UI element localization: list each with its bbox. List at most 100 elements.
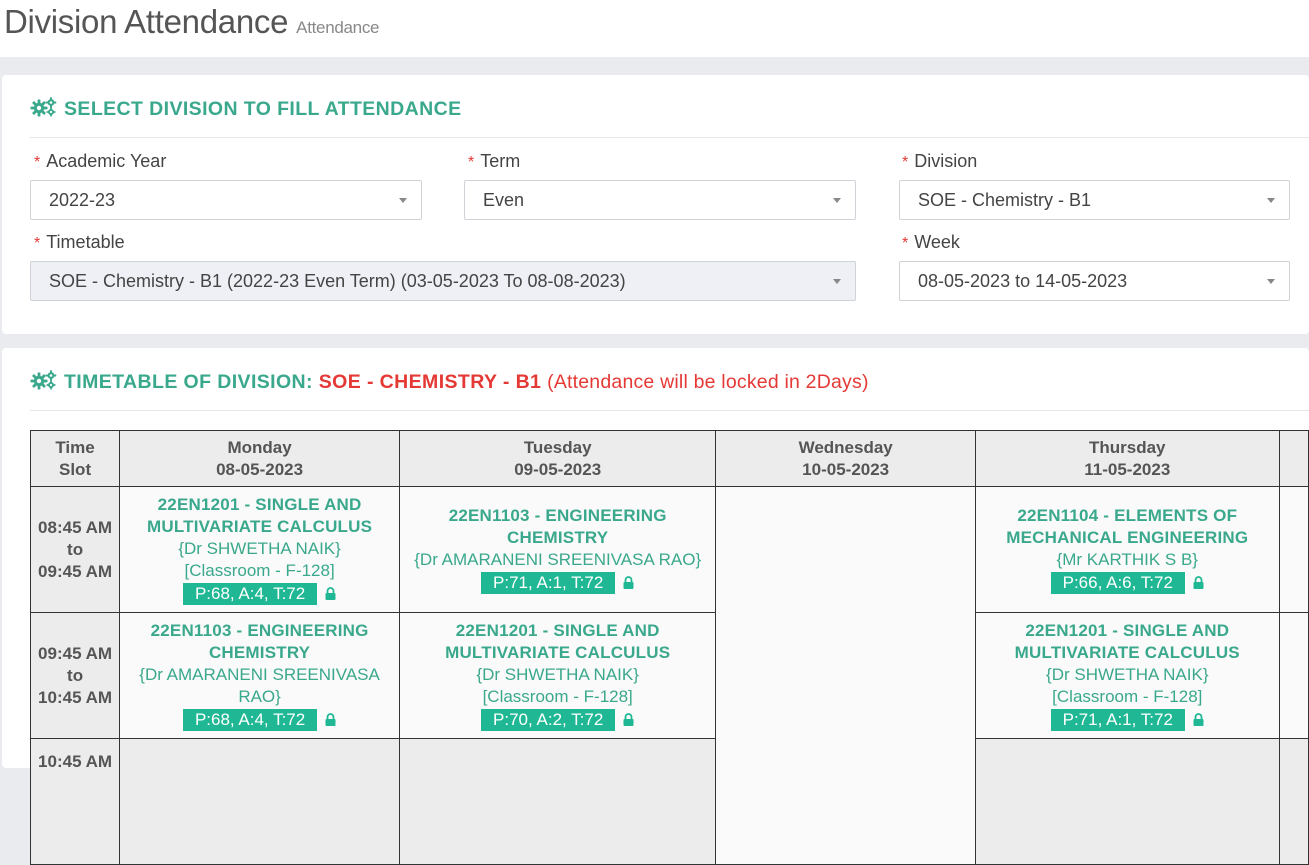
table-row: 08:45 AM to 09:45 AM 22EN1201 - SINGLE A… bbox=[29, 486, 1309, 865]
table-row: 09:45 AM to 10:45 AM 22EN1103 - ENGINEER… bbox=[29, 612, 1309, 739]
faculty-name: {Mr KARTHIK S B} bbox=[1056, 550, 1198, 569]
day-header-wednesday: Wednesday 10-05-2023 bbox=[715, 430, 977, 487]
table-row: 10:45 AM bbox=[29, 738, 1309, 865]
lock-icon bbox=[325, 713, 336, 731]
timetable-label: * Timetable bbox=[34, 232, 125, 253]
division-select[interactable]: SOE - Chemistry - B1 bbox=[899, 180, 1290, 220]
timetable-label-text: Timetable bbox=[46, 232, 125, 252]
course-name: MECHANICAL ENGINEERING bbox=[1006, 528, 1249, 547]
week-label-text: Week bbox=[914, 232, 960, 252]
time-slot-cell: 08:45 AM to 09:45 AM bbox=[29, 486, 121, 613]
required-mark: * bbox=[468, 154, 475, 171]
attendance-badge[interactable]: P:71, A:1, T:72 bbox=[481, 572, 616, 594]
chevron-down-icon bbox=[399, 198, 407, 203]
division-value: SOE - Chemistry - B1 bbox=[918, 190, 1092, 210]
division-label-text: Division bbox=[914, 151, 978, 171]
term-select[interactable]: Even bbox=[464, 180, 856, 220]
slot-line: 10:45 AM bbox=[38, 687, 113, 707]
required-mark: * bbox=[34, 154, 41, 171]
time-slot-cell: 10:45 AM bbox=[29, 738, 121, 865]
slot-line: 08:45 AM bbox=[38, 517, 113, 537]
lecture-cell[interactable] bbox=[975, 738, 1280, 865]
day-name: Monday bbox=[227, 437, 292, 457]
week-label: * Week bbox=[902, 232, 960, 253]
lecture-cell[interactable]: 22EN1104 - ELEMENTS OF MECHANICAL ENGINE… bbox=[975, 486, 1280, 613]
page-header: Division Attendance Attendance bbox=[0, 0, 1309, 57]
empty-day-cell bbox=[715, 486, 977, 865]
day-header-thursday: Thursday 11-05-2023 bbox=[975, 430, 1280, 487]
term-label: * Term bbox=[468, 151, 520, 172]
time-slot-cell: 09:45 AM to 10:45 AM bbox=[29, 612, 121, 739]
select-division-heading-text: SELECT DIVISION TO FILL ATTENDANCE bbox=[64, 98, 462, 120]
attendance-badge[interactable]: P:70, A:2, T:72 bbox=[481, 709, 616, 731]
lock-note: (Attendance will be locked in 2Days) bbox=[547, 371, 869, 393]
room-name: [Classroom - F-128] bbox=[1052, 687, 1203, 706]
week-select[interactable]: 08-05-2023 to 14-05-2023 bbox=[899, 261, 1290, 301]
lock-icon bbox=[1193, 576, 1204, 594]
attendance-badge[interactable]: P:66, A:6, T:72 bbox=[1050, 572, 1185, 594]
chevron-down-icon bbox=[833, 279, 841, 284]
timetable-select[interactable]: SOE - Chemistry - B1 (2022-23 Even Term)… bbox=[30, 261, 856, 301]
faculty-name: {Dr SHWETHA NAIK} bbox=[476, 665, 639, 684]
lecture-cell[interactable] bbox=[399, 738, 717, 865]
lecture-cell-next bbox=[1278, 612, 1309, 739]
lock-icon bbox=[325, 587, 336, 605]
division-label: * Division bbox=[902, 151, 977, 172]
lecture-cell[interactable]: 22EN1201 - SINGLE AND MULTIVARIATE CALCU… bbox=[399, 612, 717, 739]
day-header-next bbox=[1278, 430, 1309, 487]
day-name: Wednesday bbox=[798, 437, 893, 457]
lock-icon bbox=[623, 713, 634, 731]
lecture-cell-next bbox=[1278, 486, 1309, 613]
academic-year-select[interactable]: 2022-23 bbox=[30, 180, 422, 220]
lock-icon bbox=[1193, 713, 1204, 731]
lecture-cell[interactable]: 22EN1103 - ENGINEERING CHEMISTRY {Dr AMA… bbox=[399, 486, 717, 613]
room-name: [Classroom - F-128] bbox=[482, 687, 633, 706]
timetable-grid: Time Slot Monday 08-05-2023 Tuesday 09-0… bbox=[29, 430, 1309, 865]
slot-line: 09:45 AM bbox=[38, 561, 113, 581]
chevron-down-icon bbox=[1267, 198, 1275, 203]
day-name: Tuesday bbox=[523, 437, 592, 457]
timetable-heading-prefix: TIMETABLE OF DIVISION: bbox=[64, 371, 313, 393]
timetable-value: SOE - Chemistry - B1 (2022-23 Even Term)… bbox=[49, 271, 626, 291]
attendance-badge[interactable]: P:71, A:1, T:72 bbox=[1050, 709, 1185, 731]
slot-line: 10:45 AM bbox=[38, 752, 113, 771]
required-mark: * bbox=[34, 235, 41, 252]
slot-line: 09:45 AM bbox=[38, 643, 113, 663]
select-division-heading: SELECT DIVISION TO FILL ATTENDANCE bbox=[30, 97, 1309, 138]
page-title: Division Attendance Attendance bbox=[4, 3, 379, 41]
week-value: 08-05-2023 to 14-05-2023 bbox=[918, 271, 1128, 291]
course-name: 22EN1201 - SINGLE AND bbox=[455, 621, 660, 640]
course-name: MULTIVARIATE CALCULUS bbox=[1014, 643, 1240, 662]
day-date: 10-05-2023 bbox=[802, 459, 890, 479]
term-label-text: Term bbox=[480, 151, 521, 171]
chevron-down-icon bbox=[833, 198, 841, 203]
lecture-cell[interactable] bbox=[119, 738, 401, 865]
gears-icon bbox=[30, 97, 58, 123]
course-name: 22EN1201 - SINGLE AND bbox=[1025, 621, 1230, 640]
academic-year-value: 2022-23 bbox=[49, 190, 116, 210]
lecture-cell[interactable]: 22EN1201 - SINGLE AND MULTIVARIATE CALCU… bbox=[119, 486, 401, 613]
select-division-panel: SELECT DIVISION TO FILL ATTENDANCE * Acad… bbox=[2, 75, 1309, 334]
header-line: Slot bbox=[59, 459, 92, 479]
day-header-tuesday: Tuesday 09-05-2023 bbox=[399, 430, 717, 487]
term-value: Even bbox=[483, 190, 525, 210]
timetable-header-row: Time Slot Monday 08-05-2023 Tuesday 09-0… bbox=[29, 430, 1309, 487]
lecture-cell[interactable]: 22EN1103 - ENGINEERING CHEMISTRY {Dr AMA… bbox=[119, 612, 401, 739]
course-name: CHEMISTRY bbox=[208, 643, 311, 662]
course-name: CHEMISTRY bbox=[507, 528, 609, 547]
attendance-badge[interactable]: P:68, A:4, T:72 bbox=[182, 583, 318, 605]
faculty-name: RAO} bbox=[238, 687, 281, 706]
timetable-heading: TIMETABLE OF DIVISION: SOE - CHEMISTRY -… bbox=[30, 370, 1309, 411]
chevron-down-icon bbox=[1267, 279, 1275, 284]
lecture-cell[interactable]: 22EN1201 - SINGLE AND MULTIVARIATE CALCU… bbox=[975, 612, 1280, 739]
course-name: 22EN1103 - ENGINEERING bbox=[150, 621, 369, 640]
attendance-badge[interactable]: P:68, A:4, T:72 bbox=[182, 709, 318, 731]
course-name: 22EN1103 - ENGINEERING bbox=[448, 506, 667, 525]
faculty-name: {Dr AMARANENI SREENIVASA bbox=[139, 665, 380, 684]
day-date: 09-05-2023 bbox=[514, 459, 602, 479]
timetable-panel: TIMETABLE OF DIVISION: SOE - CHEMISTRY -… bbox=[2, 348, 1309, 865]
day-name: Thursday bbox=[1089, 437, 1166, 457]
slot-line: to bbox=[67, 665, 84, 685]
faculty-name: {Dr SHWETHA NAIK} bbox=[178, 539, 341, 558]
academic-year-label-text: Academic Year bbox=[46, 151, 167, 171]
